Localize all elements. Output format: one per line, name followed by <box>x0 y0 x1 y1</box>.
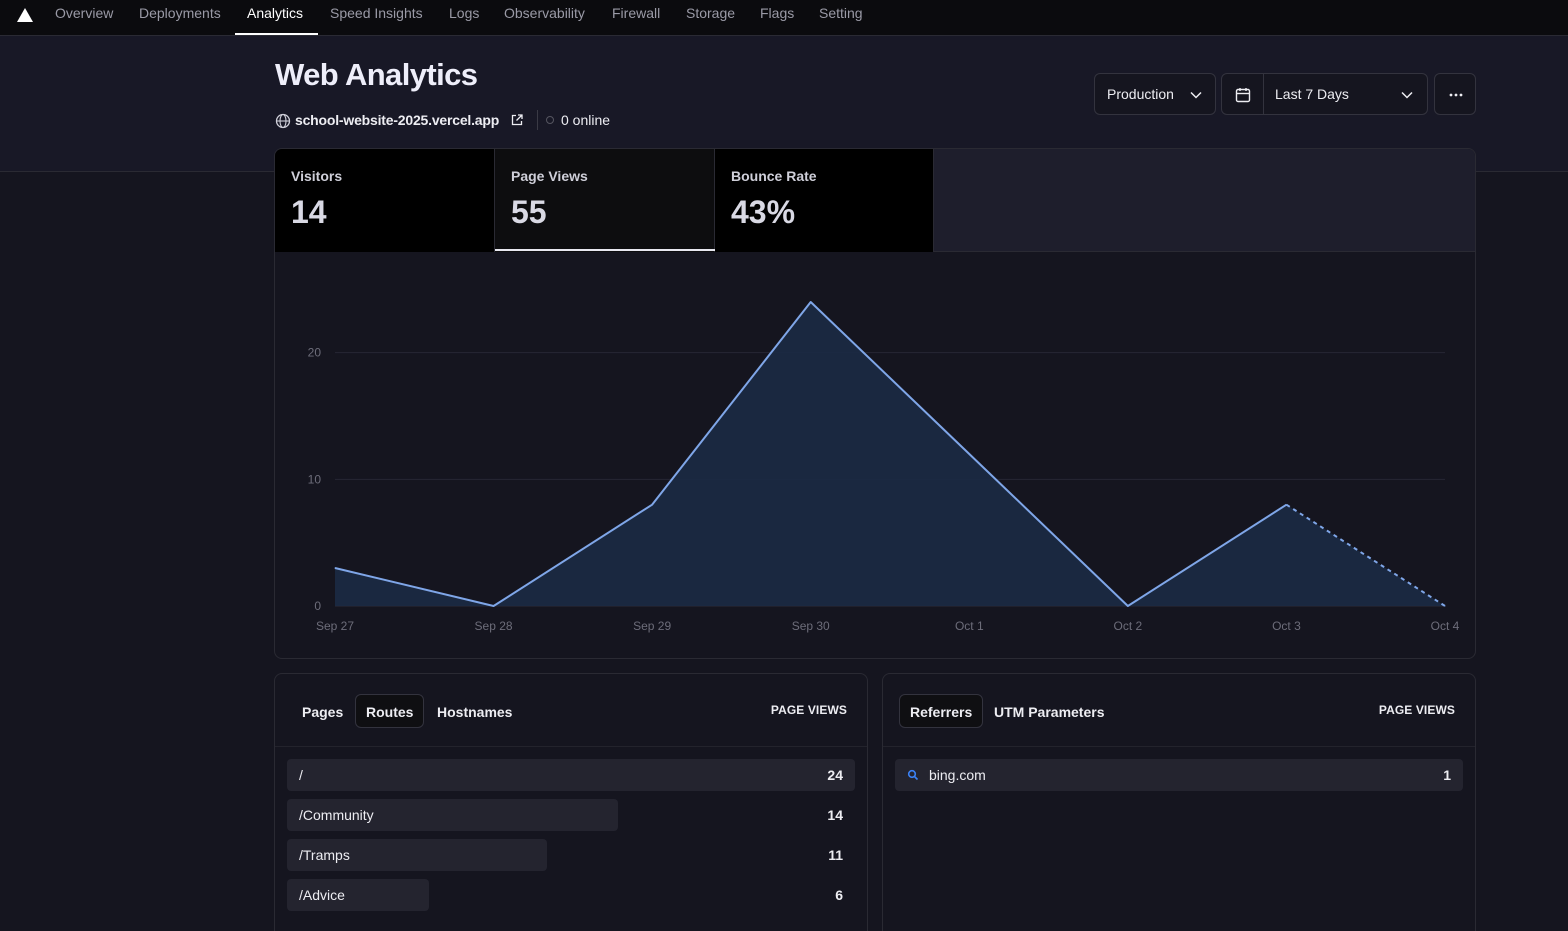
site-link[interactable]: school-website-2025.vercel.app <box>295 112 499 128</box>
nav-flags[interactable]: Flags <box>760 0 794 36</box>
row-value: 6 <box>835 887 843 903</box>
page-title: Web Analytics <box>275 57 478 92</box>
vercel-logo-icon[interactable] <box>16 7 34 23</box>
x-tick-label: Sep 30 <box>792 619 830 633</box>
x-tick-label: Oct 1 <box>955 619 984 633</box>
nav-observability[interactable]: Observability <box>504 0 585 36</box>
row-label: /Tramps <box>299 847 350 863</box>
selected-metric-indicator <box>495 249 715 251</box>
metric-value: 55 <box>511 194 547 230</box>
nav-storage[interactable]: Storage <box>686 0 735 36</box>
row-label: /Advice <box>299 887 345 903</box>
x-tick-label: Sep 27 <box>316 619 354 633</box>
external-link-icon[interactable] <box>511 114 523 126</box>
x-tick-label: Oct 4 <box>1431 619 1460 633</box>
y-tick-label: 0 <box>314 599 321 613</box>
y-tick-label: 20 <box>308 346 322 360</box>
metric-visitors[interactable]: Visitors 14 <box>275 149 495 252</box>
row-value: 24 <box>827 767 843 783</box>
nav-overview[interactable]: Overview <box>55 0 113 36</box>
y-tick-label: 10 <box>308 472 322 486</box>
chevron-down-icon <box>1190 91 1202 99</box>
metric-label: Visitors <box>291 168 343 184</box>
data-point <box>334 567 336 569</box>
list-item[interactable]: /Community 14 <box>287 799 855 831</box>
x-tick-label: Sep 29 <box>633 619 671 633</box>
x-tick-label: Oct 3 <box>1272 619 1301 633</box>
divider <box>1263 74 1264 114</box>
tab-hostnames[interactable]: Hostnames <box>426 694 523 728</box>
x-tick-label: Oct 2 <box>1114 619 1143 633</box>
nav-analytics[interactable]: Analytics <box>247 0 303 36</box>
tab-routes[interactable]: Routes <box>355 694 425 728</box>
referrers-panel: Referrers UTM Parameters PAGE VIEWS bing… <box>882 673 1476 931</box>
environment-label: Production <box>1107 86 1174 102</box>
tab-pages[interactable]: Pages <box>291 694 354 728</box>
nav-speed-insights[interactable]: Speed Insights <box>330 0 423 36</box>
search-icon <box>907 769 919 781</box>
nav-logs[interactable]: Logs <box>449 0 479 36</box>
x-tick-label: Sep 28 <box>475 619 513 633</box>
column-header: PAGE VIEWS <box>1378 703 1455 717</box>
globe-icon <box>275 113 291 129</box>
date-range-select[interactable]: Last 7 Days <box>1221 73 1428 115</box>
tab-utm-parameters[interactable]: UTM Parameters <box>983 694 1116 728</box>
panel-header: Pages Routes Hostnames PAGE VIEWS <box>275 674 867 747</box>
data-point <box>968 453 970 455</box>
row-label: / <box>299 767 303 783</box>
metric-bounce-rate[interactable]: Bounce Rate 43% <box>715 149 934 252</box>
nav-deployments[interactable]: Deployments <box>139 0 221 36</box>
list-item[interactable]: /Tramps 11 <box>287 839 855 871</box>
metric-page-views[interactable]: Page Views 55 <box>495 149 715 252</box>
analytics-chart-card: Visitors 14 Page Views 55 Bounce Rate 43… <box>274 148 1476 659</box>
data-point <box>651 504 653 506</box>
data-point <box>493 605 495 607</box>
data-point <box>1285 504 1287 506</box>
active-tab-indicator <box>235 33 318 35</box>
tab-referrers[interactable]: Referrers <box>899 694 984 728</box>
list-item[interactable]: / 24 <box>287 759 855 791</box>
chevron-down-icon <box>1401 91 1413 99</box>
share-bar <box>287 759 855 791</box>
page-views-chart[interactable]: 0 10 20 Sep 27 Sep 28 Sep 29 Sep 30 Oct 1 Oct 2 O… <box>275 252 1475 658</box>
row-label: /Community <box>299 807 374 823</box>
more-options-button[interactable] <box>1434 73 1476 115</box>
row-value: 1 <box>1443 767 1451 783</box>
list-item[interactable]: /Advice 6 <box>287 879 855 911</box>
row-label: bing.com <box>929 767 986 783</box>
panel-header: Referrers UTM Parameters PAGE VIEWS <box>883 674 1475 747</box>
column-header: PAGE VIEWS <box>770 703 847 717</box>
metric-label: Bounce Rate <box>731 168 817 184</box>
more-horizontal-icon <box>1449 93 1463 97</box>
metric-value: 43% <box>731 194 796 230</box>
nav-firewall[interactable]: Firewall <box>612 0 660 36</box>
list-item[interactable]: bing.com 1 <box>895 759 1463 791</box>
row-value: 11 <box>828 847 843 863</box>
online-count: 0 online <box>561 112 611 128</box>
row-value: 14 <box>827 807 843 823</box>
online-status-icon <box>546 116 554 124</box>
data-point <box>1127 605 1129 607</box>
metrics-row: Visitors 14 Page Views 55 Bounce Rate 43… <box>275 149 1475 252</box>
data-point <box>1444 605 1446 607</box>
divider <box>537 110 538 130</box>
series-area <box>335 302 1445 606</box>
top-navigation: Overview Deployments Analytics Speed Ins… <box>0 0 1568 36</box>
pages-panel: Pages Routes Hostnames PAGE VIEWS / 24/Co… <box>274 673 868 931</box>
data-point <box>810 301 812 303</box>
metric-label: Page Views <box>511 168 588 184</box>
calendar-icon[interactable] <box>1234 86 1252 104</box>
environment-select[interactable]: Production <box>1094 73 1216 115</box>
nav-settings[interactable]: Setting <box>819 0 863 36</box>
metric-value: 14 <box>291 194 327 230</box>
date-range-label: Last 7 Days <box>1275 86 1349 102</box>
